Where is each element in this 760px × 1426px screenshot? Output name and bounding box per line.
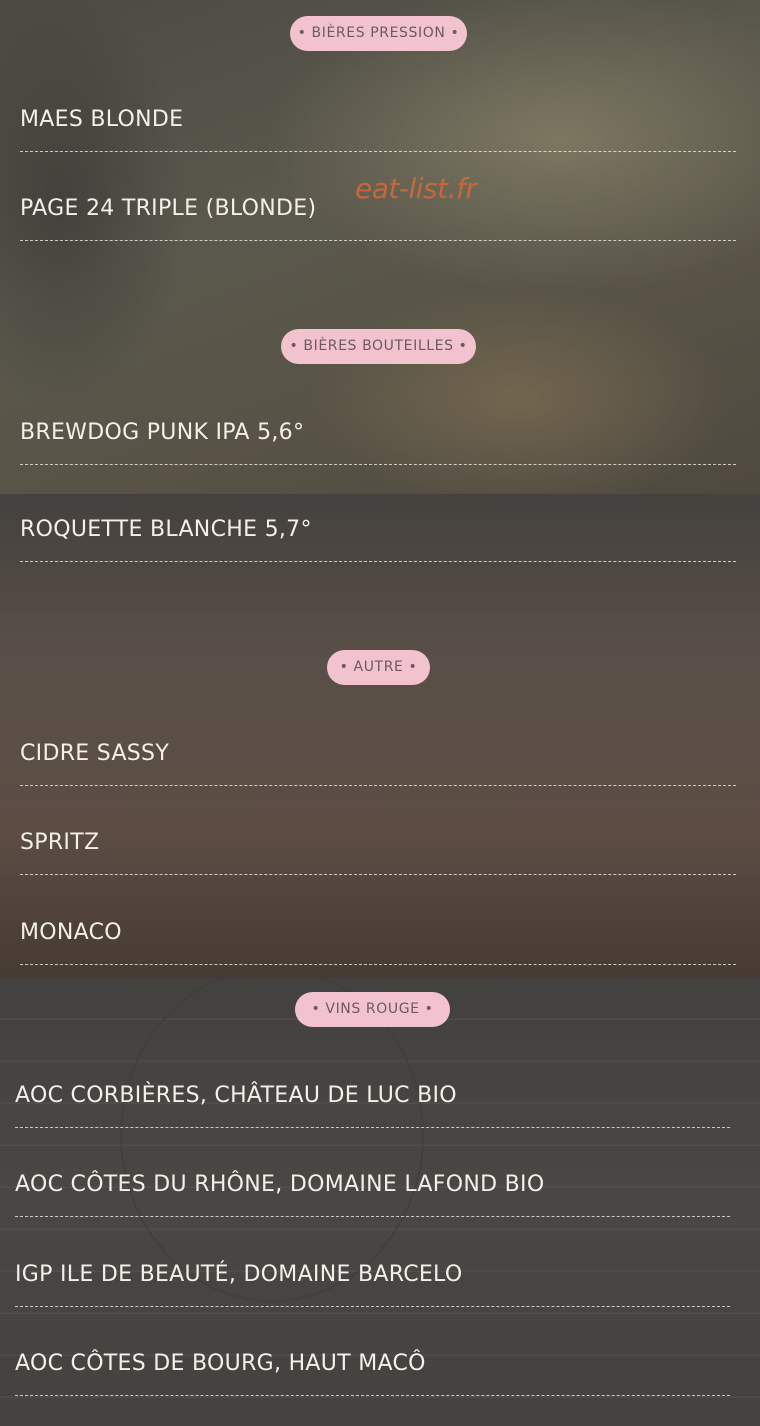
watermark: eat-list.fr [355,172,477,205]
menu-item: PAGE 24 TRIPLE (BLONDE) [20,196,317,221]
dashed-divider [20,151,736,152]
menu-item: MONACO [20,920,122,945]
background-photo-charcuterie [0,494,760,978]
menu-item: BREWDOG PUNK IPA 5,6° [20,420,305,445]
menu-item: AOC CORBIÈRES, CHÂTEAU DE LUC BIO [15,1083,457,1108]
section-title-bieres-bouteilles: • BIÈRES BOUTEILLES • [281,329,476,364]
menu-item: ROQUETTE BLANCHE 5,7° [20,517,312,542]
menu-item: AOC CÔTES DE BOURG, HAUT MACÔ [15,1351,426,1376]
section-title-bieres-pression: • BIÈRES PRESSION • [290,16,467,51]
menu-item: SPRITZ [20,830,100,855]
dashed-divider [15,1306,730,1307]
dashed-divider [20,874,736,875]
dashed-divider [20,964,736,965]
section-title-vins-rouge: • VINS ROUGE • [295,992,450,1027]
dashed-divider [20,464,736,465]
dashed-divider [15,1395,730,1396]
dashed-divider [15,1216,730,1217]
dashed-divider [15,1127,730,1128]
section-title-autre: • AUTRE • [327,650,430,685]
menu-item: AOC CÔTES DU RHÔNE, DOMAINE LAFOND BIO [15,1172,545,1197]
menu-item: MAES BLONDE [20,107,184,132]
menu-item: CIDRE SASSY [20,741,170,766]
dashed-divider [20,561,736,562]
dashed-divider [20,785,736,786]
menu-item: IGP ILE DE BEAUTÉ, DOMAINE BARCELO [15,1262,463,1287]
dashed-divider [20,240,736,241]
